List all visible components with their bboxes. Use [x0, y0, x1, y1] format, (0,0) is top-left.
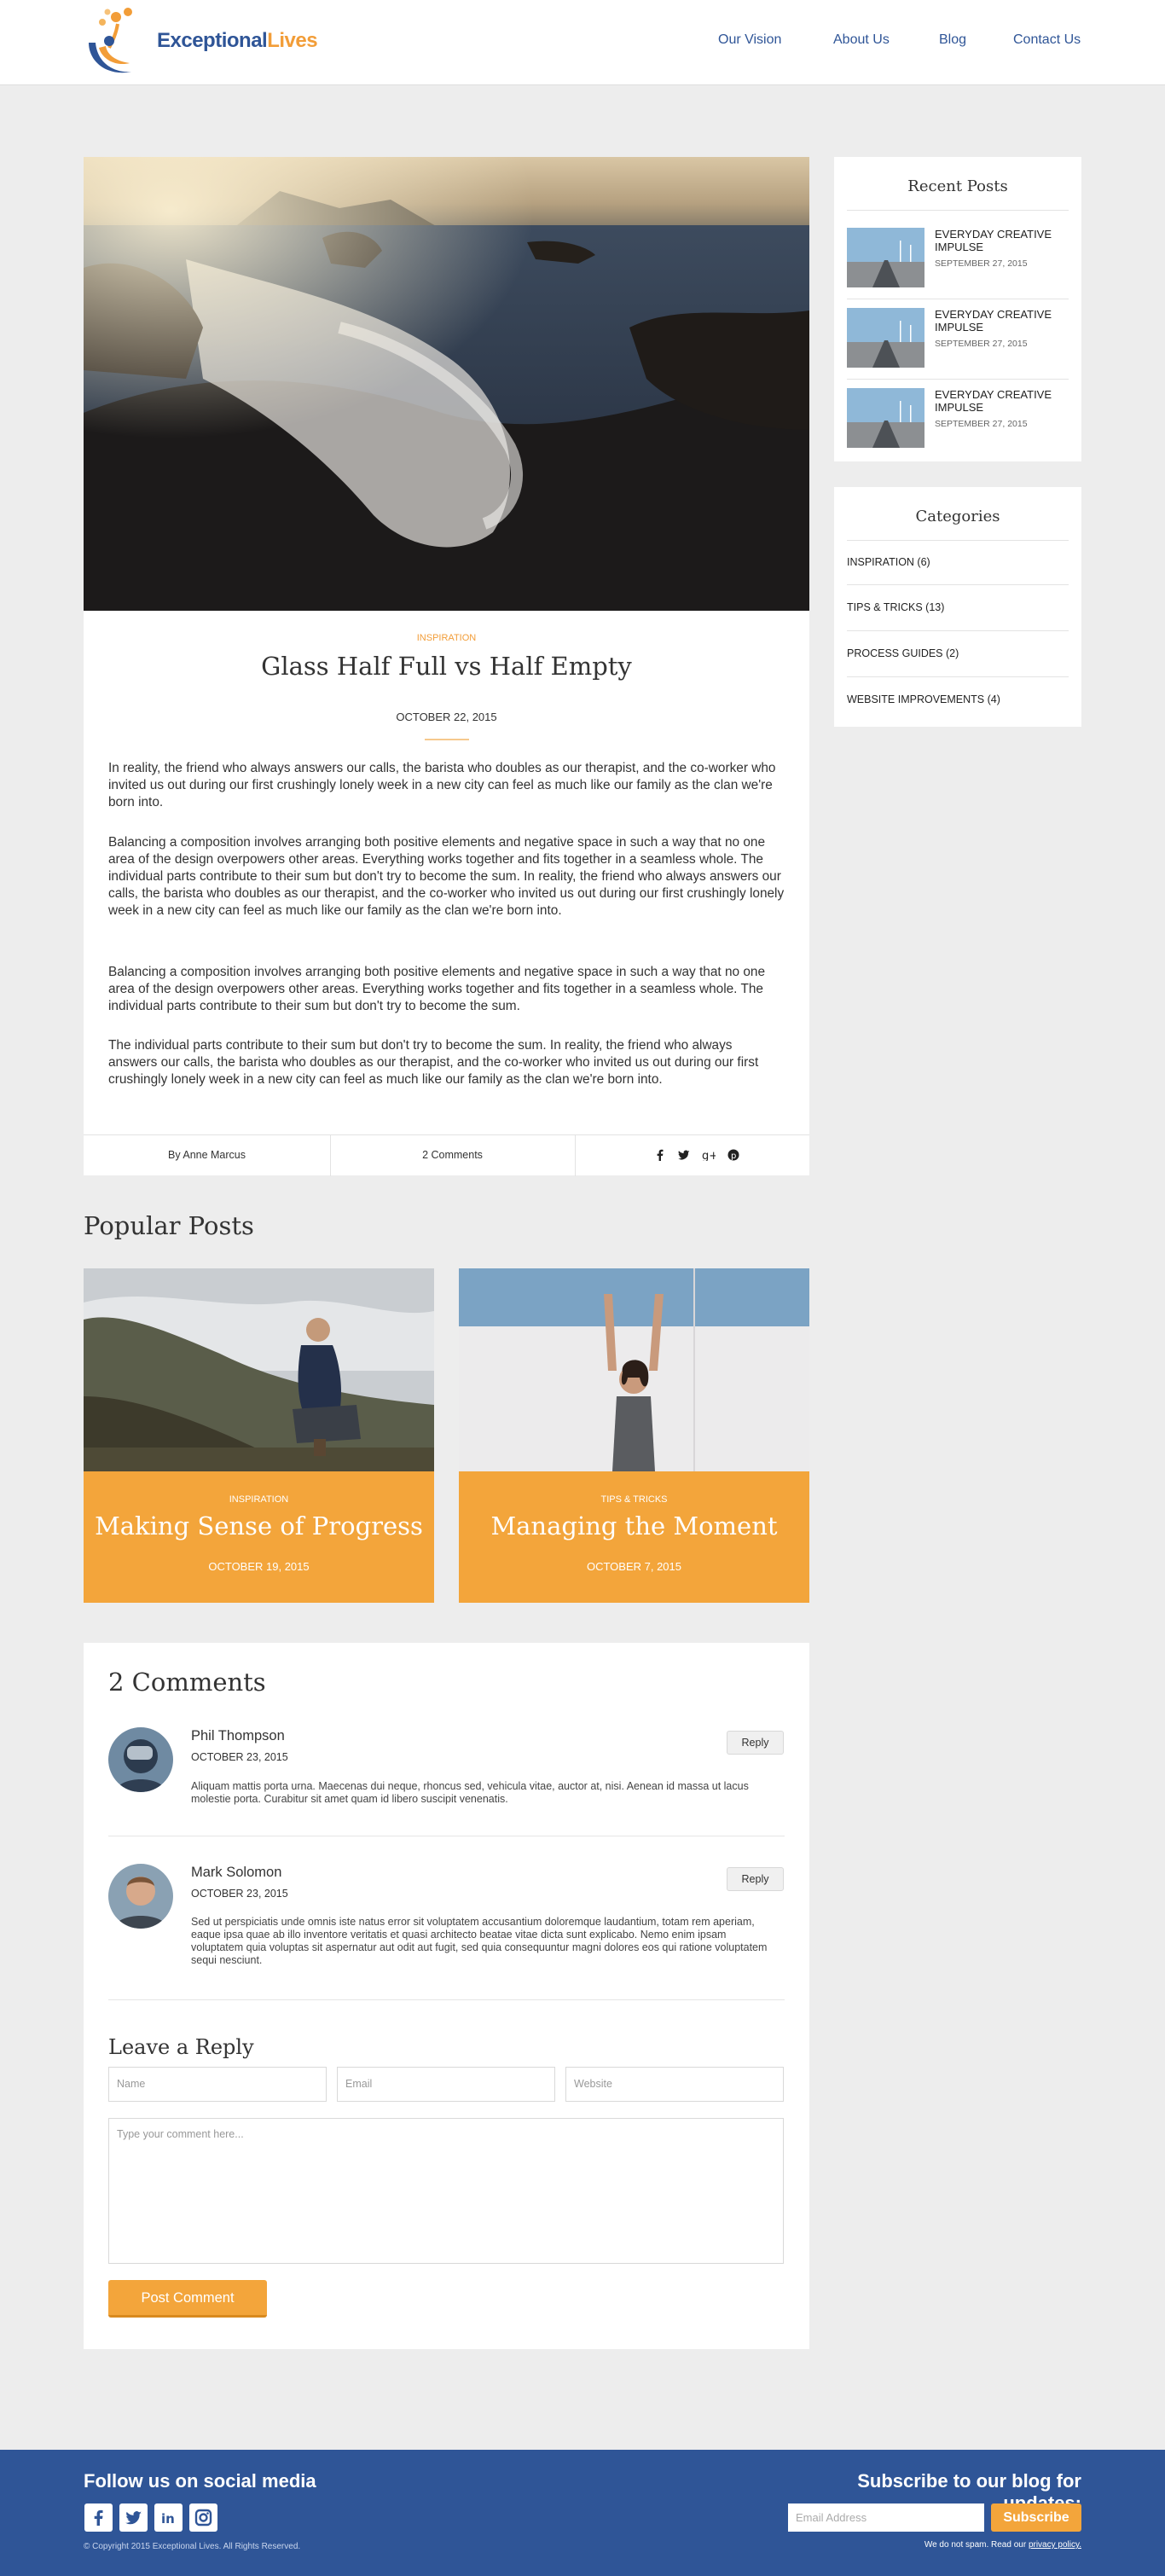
- comment-date: OCTOBER 23, 2015: [191, 1888, 288, 1900]
- privacy-policy-link[interactable]: privacy policy.: [1029, 2540, 1081, 2550]
- svg-text:in: in: [161, 2511, 175, 2527]
- comment-text: Sed ut perspiciatis unde omnis iste natu…: [191, 1916, 768, 1966]
- comment-textarea[interactable]: Type your comment here...: [108, 2118, 784, 2264]
- recent-post-date: SEPTEMBER 27, 2015: [935, 258, 1028, 269]
- post-hero-image: [84, 157, 809, 611]
- recent-posts-widget: Recent Posts EVERYDAY CREATIVE IMPULSE S…: [834, 157, 1081, 461]
- avatar: [108, 1727, 173, 1792]
- comment-author: Mark Solomon: [191, 1865, 282, 1880]
- facebook-icon[interactable]: [655, 1149, 665, 1161]
- widget-divider: [847, 379, 1069, 380]
- twitter-icon[interactable]: [119, 2503, 148, 2532]
- subscribe-email-input[interactable]: Email Address: [788, 2503, 984, 2532]
- popular-post-category: TIPS & TRICKS: [600, 1494, 668, 1505]
- widget-divider: [847, 676, 1069, 677]
- recent-post-title[interactable]: EVERYDAY CREATIVE IMPULSE: [935, 228, 1063, 253]
- subscribe-button[interactable]: Subscribe: [991, 2503, 1081, 2532]
- popular-posts-heading: Popular Posts: [84, 1211, 254, 1240]
- post-title: Glass Half Full vs Half Empty: [261, 652, 632, 681]
- site-header: ExceptionalLives Our Vision About Us Blo…: [0, 0, 1165, 85]
- popular-post-image: [459, 1268, 809, 1471]
- reply-button[interactable]: Reply: [727, 1867, 784, 1891]
- logo-mark-icon: [89, 8, 132, 73]
- svg-text:g+: g+: [702, 1150, 716, 1161]
- categories-widget: Categories INSPIRATION (6) TIPS & TRICKS…: [834, 487, 1081, 727]
- post-date: OCTOBER 22, 2015: [396, 711, 497, 723]
- comment-text: Aliquam mattis porta urna. Maecenas dui …: [191, 1780, 749, 1805]
- leave-reply-heading: Leave a Reply: [108, 2035, 254, 2059]
- category-inspiration[interactable]: INSPIRATION (6): [847, 556, 930, 568]
- popular-post-title: Making Sense of Progress: [95, 1511, 423, 1540]
- widget-divider: [847, 210, 1069, 211]
- blog-post: INSPIRATION Glass Half Full vs Half Empt…: [84, 157, 809, 1176]
- category-process-guides[interactable]: PROCESS GUIDES (2): [847, 647, 959, 659]
- recent-post-date: SEPTEMBER 27, 2015: [935, 419, 1028, 429]
- no-spam-text: We do not spam. Read our: [924, 2540, 1027, 2550]
- popular-post-card[interactable]: INSPIRATION Making Sense of Progress OCT…: [84, 1268, 434, 1603]
- site-footer: Follow us on social media in © Copyright…: [0, 2450, 1165, 2576]
- nav-blog[interactable]: Blog: [939, 32, 966, 48]
- recent-post-title[interactable]: EVERYDAY CREATIVE IMPULSE: [935, 388, 1063, 414]
- logo-wordmark: ExceptionalLives: [157, 29, 318, 52]
- recent-post-thumbnail[interactable]: [847, 228, 924, 287]
- svg-text:p: p: [731, 1152, 736, 1161]
- popular-post-date: OCTOBER 7, 2015: [586, 1560, 682, 1573]
- post-meta-bar: By Anne Marcus 2 Comments g+ p: [84, 1134, 809, 1176]
- email-field[interactable]: Email: [337, 2067, 555, 2102]
- popular-post-category: INSPIRATION: [229, 1494, 289, 1505]
- twitter-icon[interactable]: [678, 1149, 690, 1161]
- popular-post-title: Managing the Moment: [490, 1511, 778, 1540]
- facebook-icon[interactable]: [84, 2503, 113, 2532]
- post-paragraph: In reality, the friend who always answer…: [108, 761, 776, 809]
- nav-about-us[interactable]: About Us: [833, 32, 890, 48]
- recent-posts-heading: Recent Posts: [907, 177, 1008, 195]
- follow-heading: Follow us on social media: [84, 2470, 316, 2492]
- google-plus-icon[interactable]: g+: [702, 1149, 716, 1161]
- site-logo[interactable]: ExceptionalLives: [84, 3, 339, 80]
- post-comment-button[interactable]: Post Comment: [108, 2280, 267, 2318]
- no-spam-note: We do not spam. Read our privacy policy.: [785, 2540, 1081, 2550]
- website-field[interactable]: Website: [565, 2067, 784, 2102]
- comment-author: Phil Thompson: [191, 1728, 285, 1743]
- post-author[interactable]: By Anne Marcus: [84, 1135, 330, 1176]
- copyright-text: © Copyright 2015 Exceptional Lives. All …: [84, 2542, 301, 2551]
- pinterest-icon[interactable]: p: [727, 1149, 739, 1161]
- post-paragraph: Balancing a composition involves arrangi…: [108, 965, 766, 1013]
- comments-heading: 2 Comments: [108, 1668, 266, 1697]
- widget-divider: [847, 630, 1069, 631]
- post-paragraph: The individual parts contribute to their…: [108, 1038, 759, 1087]
- comment-date: OCTOBER 23, 2015: [191, 1751, 288, 1763]
- popular-post-date: OCTOBER 19, 2015: [208, 1560, 310, 1573]
- comments-section: 2 Comments Phil Thompson OCTOBER 23, 201…: [84, 1643, 809, 2349]
- categories-heading: Categories: [915, 508, 1000, 525]
- widget-divider: [847, 584, 1069, 585]
- meta-divider: [575, 1135, 576, 1176]
- nav-our-vision[interactable]: Our Vision: [718, 32, 781, 48]
- popular-post-image: [84, 1268, 434, 1471]
- post-paragraph: Balancing a composition involves arrangi…: [108, 835, 785, 918]
- comment-divider: [108, 1999, 785, 2000]
- post-category[interactable]: INSPIRATION: [84, 633, 809, 643]
- post-comments-link[interactable]: 2 Comments: [330, 1135, 575, 1176]
- nav-contact-us[interactable]: Contact Us: [1013, 32, 1081, 48]
- category-website-improvements[interactable]: WEBSITE IMPROVEMENTS (4): [847, 693, 1000, 705]
- widget-divider: [847, 540, 1069, 541]
- category-tips-tricks[interactable]: TIPS & TRICKS (13): [847, 601, 944, 613]
- recent-post-thumbnail[interactable]: [847, 308, 924, 368]
- recent-post-date: SEPTEMBER 27, 2015: [935, 339, 1028, 349]
- instagram-icon[interactable]: [189, 2503, 217, 2532]
- reply-button[interactable]: Reply: [727, 1731, 784, 1755]
- avatar: [108, 1864, 173, 1929]
- name-field[interactable]: Name: [108, 2067, 327, 2102]
- recent-post-title[interactable]: EVERYDAY CREATIVE IMPULSE: [935, 308, 1063, 334]
- linkedin-icon[interactable]: in: [154, 2503, 183, 2532]
- popular-post-card[interactable]: TIPS & TRICKS Managing the Moment OCTOBE…: [459, 1268, 809, 1603]
- recent-post-thumbnail[interactable]: [847, 388, 924, 448]
- title-divider: [425, 739, 469, 740]
